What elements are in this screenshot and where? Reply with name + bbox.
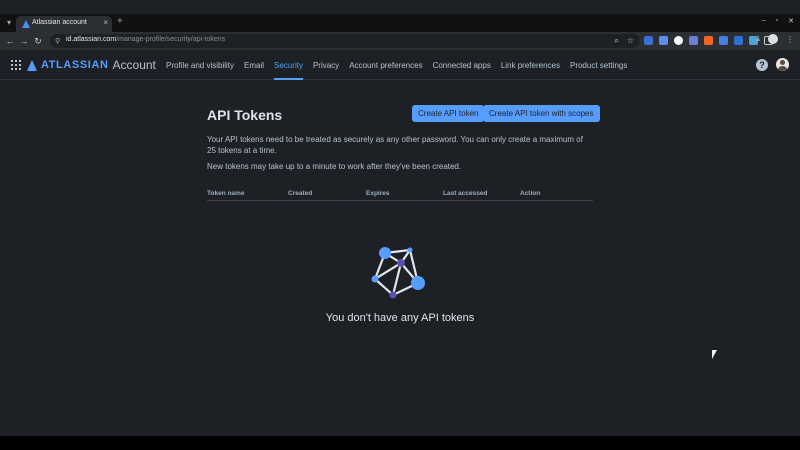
browser-profile-icon[interactable]: [768, 34, 778, 44]
create-api-token-button[interactable]: Create API token: [412, 105, 485, 122]
extension-icon[interactable]: [719, 36, 728, 45]
atlassian-logo[interactable]: ATLASSIAN Account: [27, 58, 156, 72]
screen: ▾ Atlassian account × + – ▫ ✕ ← → ↻ ⚲ id…: [0, 0, 800, 436]
description-text: Your API tokens need to be treated as se…: [207, 135, 583, 155]
description-note: New tokens may take up to a minute to wo…: [207, 162, 462, 171]
logo-product: Account: [112, 58, 156, 72]
new-tab-button[interactable]: +: [117, 16, 123, 27]
extension-icon[interactable]: [704, 36, 713, 45]
extension-icon[interactable]: [659, 36, 668, 45]
extension-icon[interactable]: [674, 36, 683, 45]
download-icon[interactable]: ⤓: [756, 34, 760, 44]
app-header: ATLASSIAN Account Profile and visibility…: [0, 51, 800, 80]
reload-icon[interactable]: ↻: [32, 34, 44, 48]
maximize-button[interactable]: ▫: [776, 17, 778, 25]
column-expires[interactable]: Expires: [366, 190, 390, 197]
url-text[interactable]: id.atlassian.com/manage-profile/security…: [66, 36, 225, 43]
tab-title: Atlassian account: [32, 19, 87, 26]
minimize-button[interactable]: –: [762, 17, 766, 25]
window-controls: – ▫ ✕: [762, 17, 794, 25]
page-title: API Tokens: [207, 107, 283, 123]
nav-security[interactable]: Security: [274, 51, 303, 80]
zoom-icon[interactable]: ⌕: [614, 36, 618, 46]
column-last-accessed[interactable]: Last accessed: [443, 190, 487, 197]
app-switcher-icon[interactable]: [11, 60, 21, 70]
help-icon[interactable]: ?: [756, 59, 768, 71]
nav-privacy[interactable]: Privacy: [313, 51, 339, 80]
logo-word: ATLASSIAN: [41, 59, 109, 71]
bottom-bar: [0, 436, 800, 450]
main-nav: Profile and visibility Email Security Pr…: [166, 51, 627, 80]
extension-icon[interactable]: [734, 36, 743, 45]
create-api-token-with-scopes-button[interactable]: Create API token with scopes: [483, 105, 600, 122]
browser-tab-strip: ▾ Atlassian account × + – ▫ ✕: [0, 14, 800, 32]
site-info-icon[interactable]: ⚲: [55, 37, 60, 45]
browser-menu-icon[interactable]: ⋮: [786, 35, 794, 44]
nav-product-settings[interactable]: Product settings: [570, 51, 627, 80]
forward-arrow-icon[interactable]: →: [18, 34, 30, 48]
empty-state-message: You don't have any API tokens: [325, 312, 475, 324]
column-token-name[interactable]: Token name: [207, 190, 244, 197]
extension-icon[interactable]: [644, 36, 653, 45]
avatar[interactable]: [776, 58, 789, 71]
bookmark-star-icon[interactable]: ☆: [627, 36, 634, 46]
address-bar[interactable]: ⚲ id.atlassian.com/manage-profile/securi…: [50, 34, 640, 48]
nav-link-preferences[interactable]: Link preferences: [501, 51, 560, 80]
column-created[interactable]: Created: [288, 190, 312, 197]
back-arrow-icon[interactable]: ←: [4, 34, 16, 48]
nav-email[interactable]: Email: [244, 51, 264, 80]
nav-connected-apps[interactable]: Connected apps: [433, 51, 491, 80]
tab-close-icon[interactable]: ×: [103, 18, 108, 27]
extension-icon[interactable]: [689, 36, 698, 45]
browser-toolbar: ← → ↻ ⚲ id.atlassian.com/manage-profile/…: [0, 32, 800, 50]
empty-state-network-icon: [371, 247, 425, 299]
atlassian-logo-icon: [27, 59, 37, 71]
tab-search-icon[interactable]: ▾: [4, 17, 14, 29]
close-window-button[interactable]: ✕: [788, 17, 794, 25]
atlassian-favicon-icon: [22, 20, 30, 28]
browser-tab[interactable]: Atlassian account ×: [16, 16, 112, 32]
nav-profile-and-visibility[interactable]: Profile and visibility: [166, 51, 234, 80]
column-action: Action: [520, 190, 541, 197]
extensions-area: [644, 36, 773, 45]
mouse-cursor-icon: [712, 350, 717, 359]
nav-account-preferences[interactable]: Account preferences: [349, 51, 422, 80]
tokens-table-header: Token name Created Expires Last accessed…: [207, 190, 593, 201]
